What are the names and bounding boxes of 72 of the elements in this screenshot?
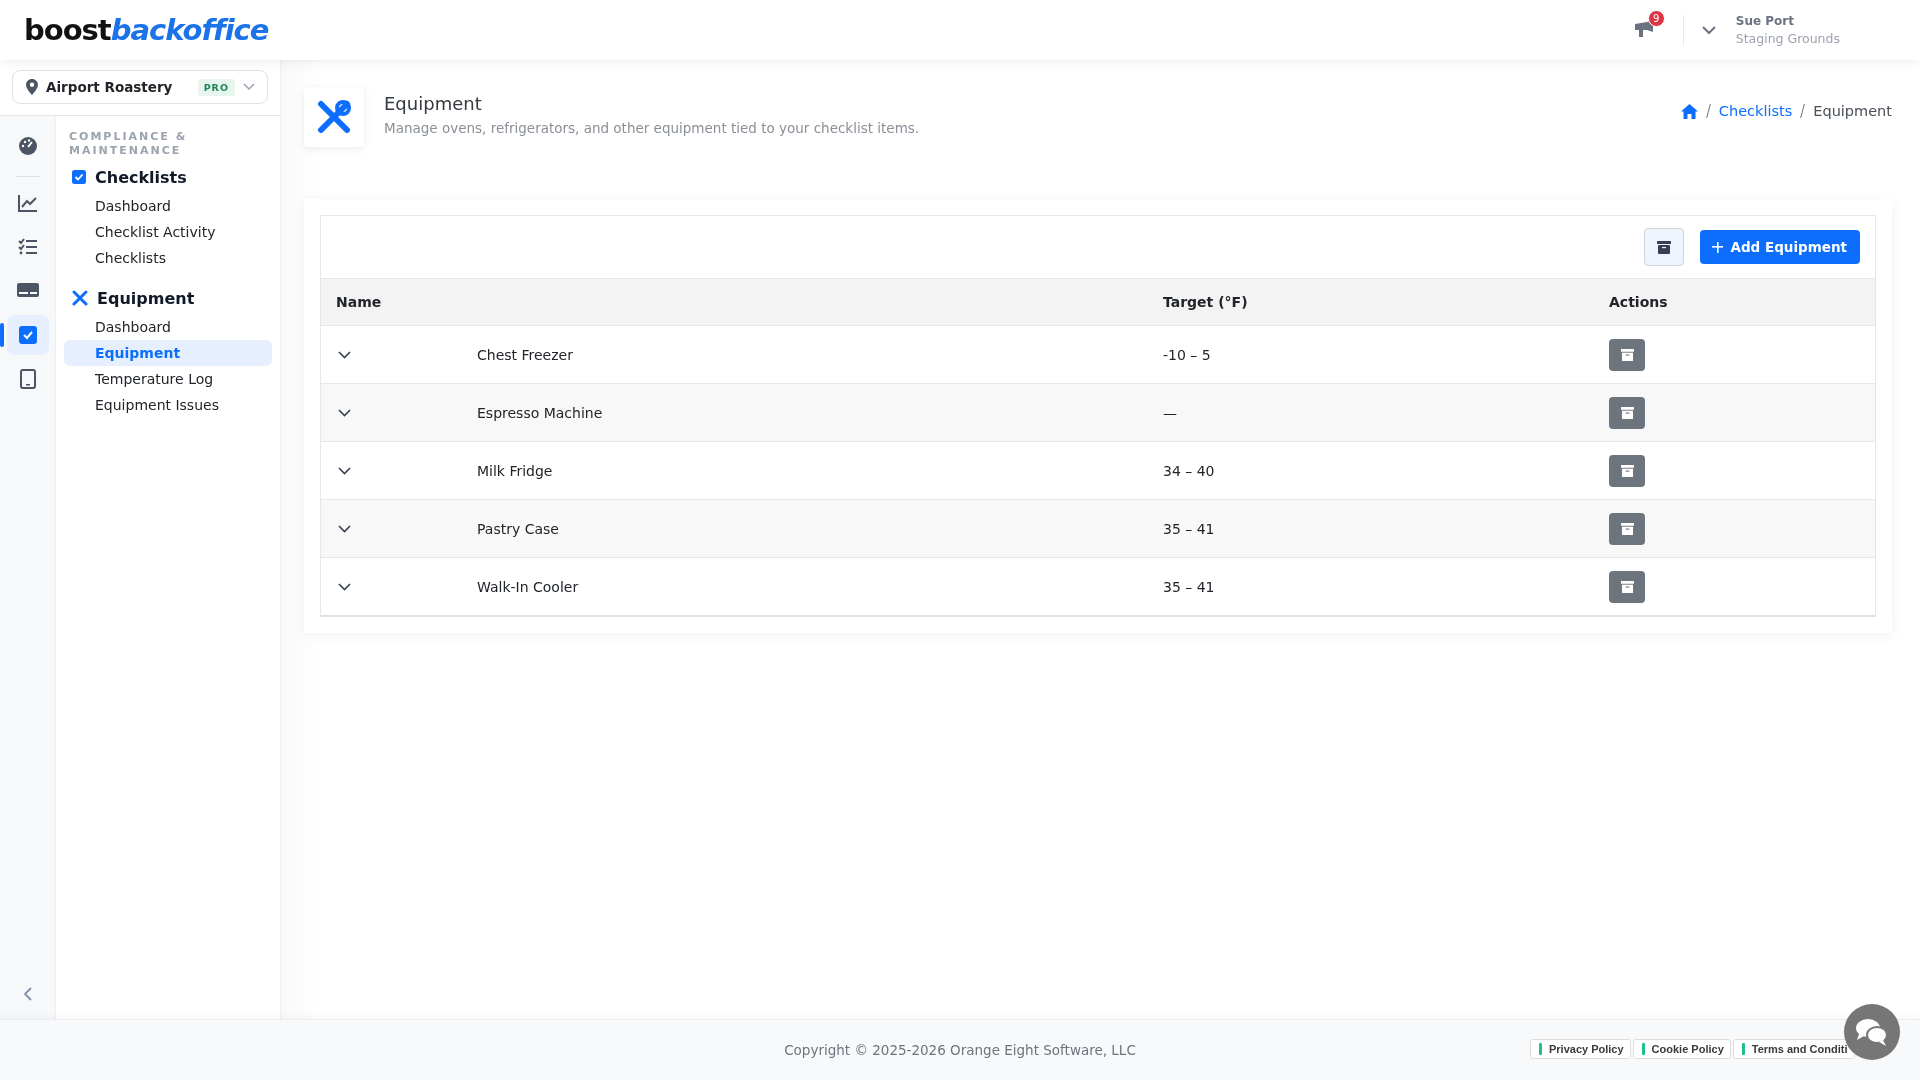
footer-link[interactable]: Terms and Conditi [1732, 1039, 1855, 1059]
table-cell: 35 – 41 [1163, 578, 1215, 595]
page-description: Manage ovens, refrigerators, and other equipment tied to your checklist items. [384, 120, 921, 136]
footer-link[interactable]: Privacy Policy [1530, 1039, 1631, 1059]
nav-section-title[interactable]: Checklists [95, 167, 187, 187]
archive-button[interactable] [1609, 512, 1645, 545]
checklist-icon [17, 238, 38, 256]
column-header: Actions [1609, 294, 1669, 310]
expand-row-icon[interactable] [338, 350, 351, 359]
collapse-sidebar-icon[interactable] [22, 987, 33, 1001]
table-cell: Espresso Machine [477, 404, 603, 421]
chat-bubbles-icon [1855, 1017, 1889, 1047]
archive-button[interactable] [1609, 396, 1645, 429]
chevron-down-icon[interactable] [1701, 25, 1716, 35]
nav-section-heading: COMPLIANCE & MAINTENANCE [68, 130, 189, 158]
active-indicator [0, 323, 4, 347]
breadcrumb-current: Equipment [1813, 103, 1892, 119]
archive-icon [1620, 406, 1634, 419]
nav-item[interactable]: Checklist Activity [64, 218, 272, 245]
notification-count: 9 [1647, 10, 1665, 27]
table-cell: Walk-In Cooler [477, 578, 579, 595]
checkbox-icon [18, 326, 37, 344]
line-chart-icon [17, 194, 38, 212]
logo[interactable]: boostbackoffice [24, 13, 269, 47]
table-cell: Chest Freezer [477, 346, 573, 363]
add-equipment-button[interactable]: Add Equipment [1700, 230, 1860, 264]
location-selector[interactable]: Airport Roastery PRO [12, 70, 268, 104]
tablet-icon [19, 369, 36, 389]
archive-button[interactable] [1644, 228, 1685, 266]
nav-item[interactable]: Temperature Log [64, 365, 272, 392]
table-cell: — [1163, 404, 1177, 421]
expand-row-icon[interactable] [338, 466, 351, 475]
location-pin-icon [26, 79, 38, 95]
chevron-down-icon [243, 83, 255, 91]
archive-button[interactable] [1609, 454, 1645, 487]
archive-icon [1620, 522, 1634, 535]
column-header: Target (°F) [1163, 294, 1249, 310]
organization-name: Staging Grounds [1735, 31, 1840, 46]
expand-row-icon[interactable] [338, 408, 351, 417]
rail-button[interactable] [6, 315, 49, 355]
archive-icon [1620, 580, 1634, 593]
table-cell: -10 – 5 [1163, 346, 1211, 363]
expand-row-icon[interactable] [338, 582, 351, 591]
nav-item[interactable]: Dashboard [64, 192, 272, 219]
checkbox-icon [72, 170, 86, 184]
nav-item[interactable]: Equipment [64, 339, 272, 366]
nav-item[interactable]: Dashboard [64, 313, 272, 340]
table-cell: 34 – 40 [1163, 462, 1215, 479]
tools-icon [72, 290, 88, 306]
archive-icon [1620, 464, 1634, 477]
nav-section-title[interactable]: Equipment [97, 288, 195, 308]
nav-item[interactable]: Checklists [64, 244, 272, 271]
archive-icon [1620, 348, 1634, 361]
breadcrumb-link[interactable]: Checklists [1718, 103, 1793, 119]
archive-icon [1657, 240, 1672, 254]
copyright-text: Copyright © 2025-2026 Orange Eight Software, LLC [784, 1042, 1136, 1058]
archive-button[interactable] [1609, 338, 1645, 371]
page-title: Equipment [384, 93, 483, 114]
table-cell: 35 – 41 [1163, 520, 1215, 537]
gauge-icon [17, 136, 38, 156]
user-name: Sue Port [1735, 14, 1795, 28]
archive-button[interactable] [1609, 570, 1645, 603]
table-cell: Milk Fridge [477, 462, 553, 479]
megaphone-icon[interactable] [1632, 20, 1655, 40]
card-icon [16, 283, 39, 299]
column-header: Name [335, 294, 383, 310]
home-icon[interactable] [1680, 103, 1698, 119]
footer-link[interactable]: Cookie Policy [1632, 1039, 1731, 1059]
expand-row-icon[interactable] [338, 524, 351, 533]
nav-item[interactable]: Equipment Issues [64, 391, 272, 418]
table-cell: Pastry Case [477, 520, 559, 537]
tools-icon [304, 87, 364, 147]
